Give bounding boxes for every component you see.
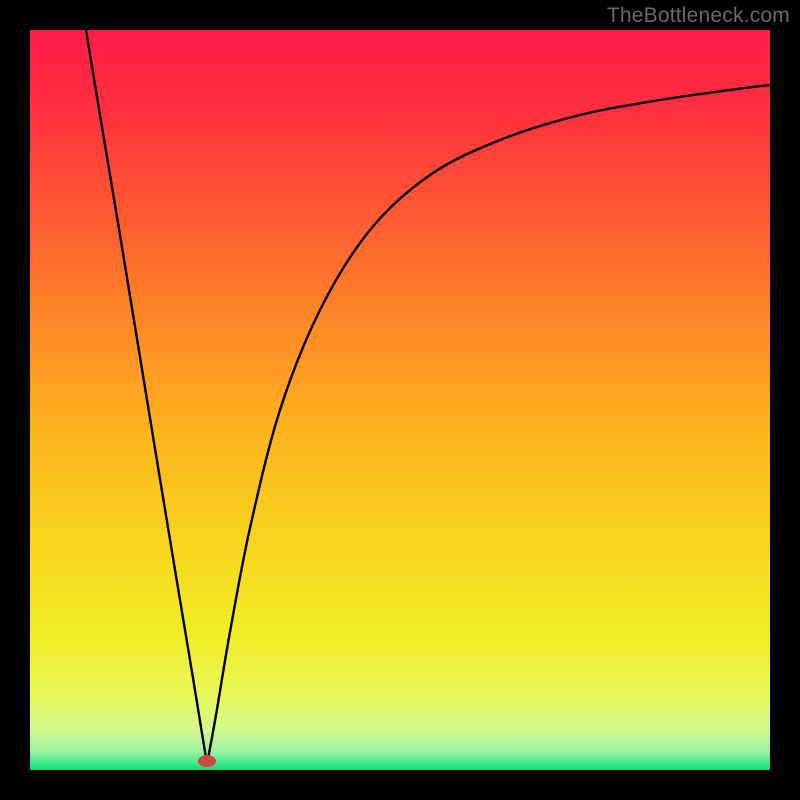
plot-area xyxy=(30,30,770,770)
chart-frame: TheBottleneck.com xyxy=(0,0,800,800)
minimum-marker xyxy=(198,755,216,767)
gradient-background xyxy=(30,30,770,770)
watermark-text: TheBottleneck.com xyxy=(607,4,790,28)
plot-svg xyxy=(30,30,770,770)
